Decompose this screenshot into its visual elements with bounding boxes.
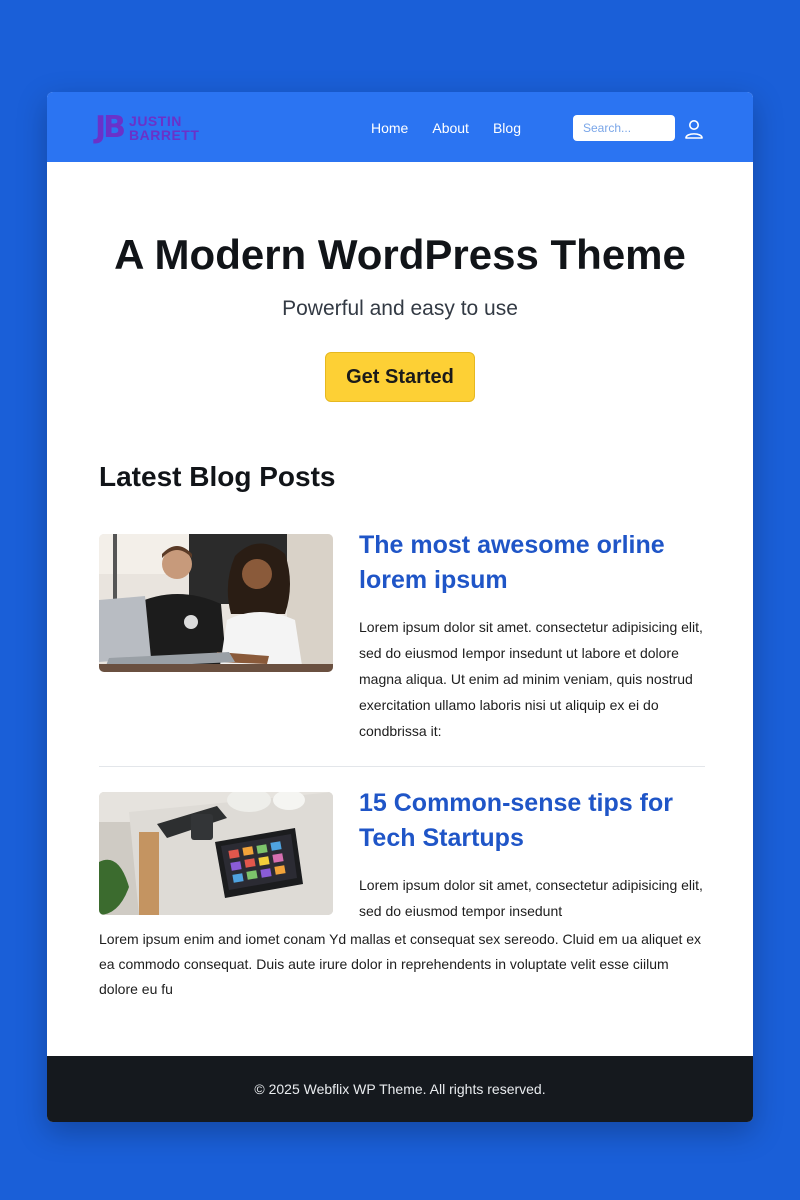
logo-line-2: BARRETT bbox=[129, 127, 200, 143]
hero-subtitle: Powerful and easy to use bbox=[282, 297, 518, 320]
post-2-thumbnail[interactable] bbox=[99, 792, 333, 915]
post-2-excerpt-b: Lorem ipsum enim and iomet conam Yd mall… bbox=[99, 931, 702, 997]
post-1-excerpt: Lorem ipsum dolor sit amet. consectetur … bbox=[359, 619, 703, 739]
site-footer: © 2025 Webflix WP Theme. All rights rese… bbox=[47, 1056, 753, 1122]
hero-title: A Modern WordPress Theme bbox=[114, 231, 686, 278]
get-started-button[interactable]: Get Started bbox=[325, 352, 475, 402]
post-divider bbox=[99, 766, 705, 767]
page-card: JB JUSTIN BARRETT Home About Blog A Mode… bbox=[47, 92, 753, 1122]
logo-line-1: JUSTIN bbox=[129, 113, 182, 129]
nav-link-home[interactable]: Home bbox=[371, 118, 408, 138]
post-1-thumbnail[interactable] bbox=[99, 534, 333, 672]
site-logo[interactable]: JB JUSTIN BARRETT bbox=[95, 112, 199, 144]
search-input[interactable] bbox=[573, 115, 675, 141]
post-2-title[interactable]: 15 Common-sense tips for Tech Startups bbox=[359, 786, 699, 856]
section-title: Latest Blog Posts bbox=[99, 461, 336, 492]
logo-text: JUSTIN BARRETT bbox=[129, 114, 199, 142]
footer-copyright: © 2025 Webflix WP Theme. All rights rese… bbox=[254, 1081, 546, 1097]
post-1-image bbox=[99, 534, 333, 672]
post-1-title[interactable]: The most awesome orline lorem ipsum bbox=[359, 528, 699, 598]
post-2-image bbox=[99, 792, 333, 915]
main-nav: Home About Blog bbox=[371, 118, 545, 138]
nav-link-blog[interactable]: Blog bbox=[493, 118, 521, 138]
logo-mark: JB bbox=[95, 110, 126, 145]
post-2-excerpt-a: Lorem ipsum dolor sit amet, consectetur … bbox=[359, 877, 703, 919]
user-icon[interactable] bbox=[683, 118, 705, 140]
site-header: JB JUSTIN BARRETT Home About Blog bbox=[47, 92, 753, 162]
nav-link-about[interactable]: About bbox=[432, 118, 469, 138]
